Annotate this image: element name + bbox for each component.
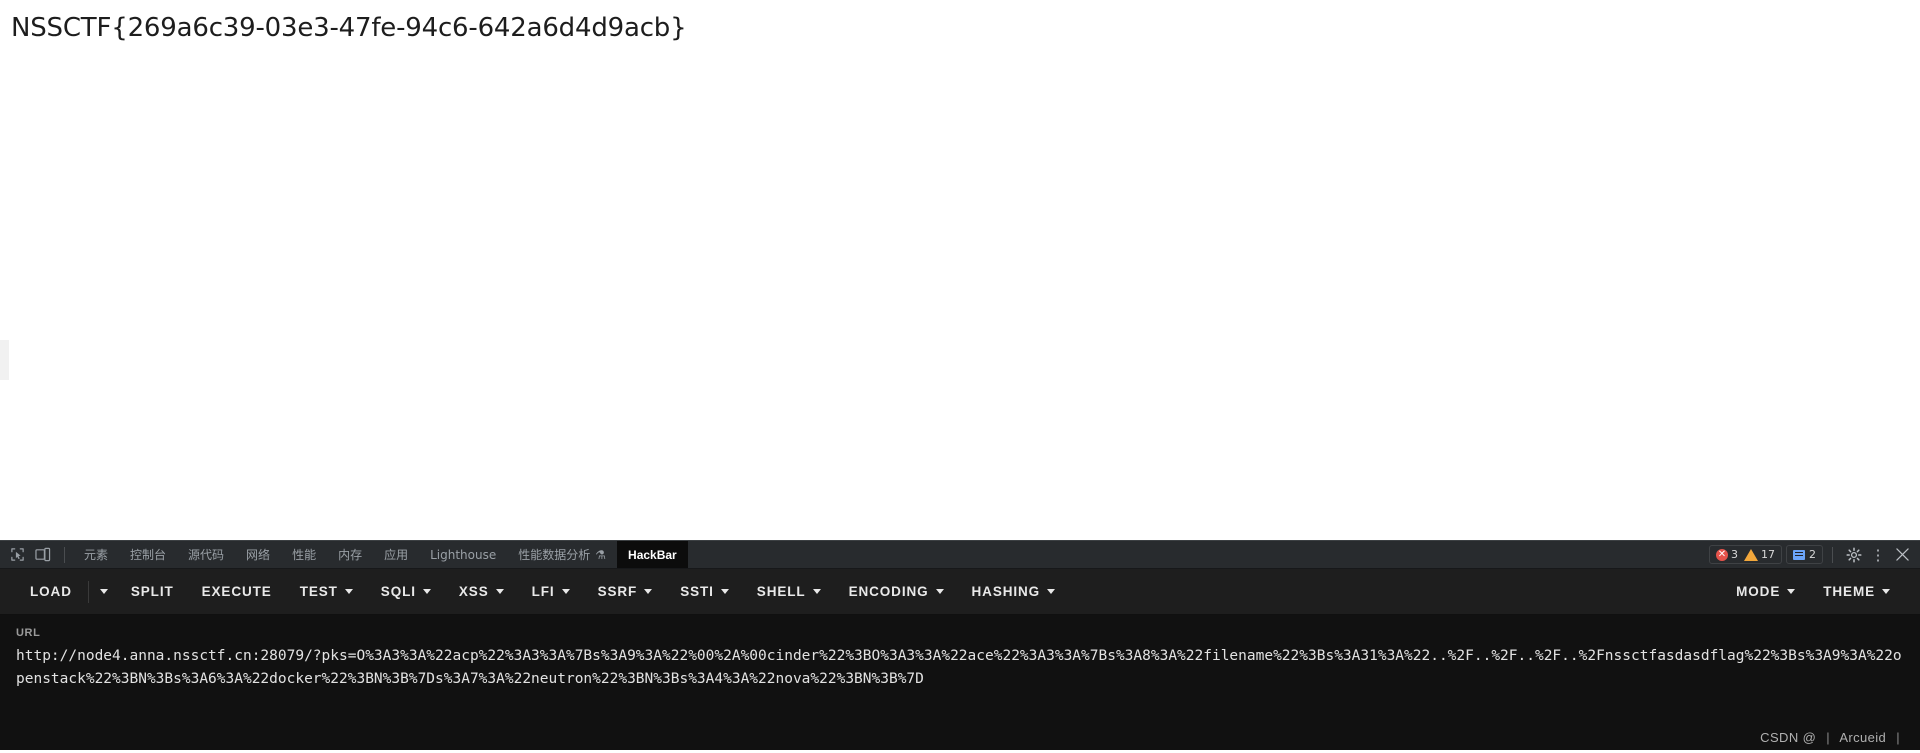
mode-menu-button[interactable]: MODE bbox=[1722, 578, 1809, 605]
devtools-tabbar-right: ✕ 3 17 2 ⋮ bbox=[1709, 541, 1920, 568]
theme-menu-label: THEME bbox=[1823, 584, 1875, 599]
ssrf-menu-button[interactable]: SSRF bbox=[584, 578, 667, 605]
xss-menu-label: XSS bbox=[458, 584, 489, 599]
encoding-menu-label: ENCODING bbox=[848, 584, 929, 599]
ssti-menu-button[interactable]: SSTI bbox=[666, 578, 743, 605]
execute-button[interactable]: EXECUTE bbox=[188, 578, 286, 605]
ssrf-menu-label: SSRF bbox=[597, 584, 638, 599]
tab-lighthouse[interactable]: Lighthouse bbox=[419, 541, 507, 568]
sqli-menu-button[interactable]: SQLI bbox=[367, 578, 445, 605]
xss-menu-button[interactable]: XSS bbox=[445, 578, 518, 605]
device-toolbar-icon[interactable] bbox=[30, 542, 56, 568]
hashing-menu-label: HASHING bbox=[971, 584, 1041, 599]
lfi-menu-label: LFI bbox=[531, 584, 555, 599]
tabbar-right-divider bbox=[1832, 546, 1833, 563]
inspect-element-icon[interactable] bbox=[4, 542, 30, 568]
devtools-panel: 元素 控制台 源代码 网络 性能 内存 应用 Lighthouse 性能数据分析… bbox=[0, 540, 1920, 753]
hashing-menu-button[interactable]: HASHING bbox=[958, 578, 1070, 605]
tab-performance-insights[interactable]: 性能数据分析 ⚗ bbox=[507, 541, 617, 568]
error-icon: ✕ bbox=[1716, 548, 1728, 561]
encoding-menu-button[interactable]: ENCODING bbox=[835, 578, 958, 605]
flask-icon: ⚗ bbox=[595, 547, 607, 562]
load-button[interactable]: LOAD bbox=[16, 578, 86, 605]
message-counter[interactable]: 2 bbox=[1786, 545, 1823, 564]
devtools-tab-list: 元素 控制台 源代码 网络 性能 内存 应用 Lighthouse 性能数据分析… bbox=[73, 541, 1709, 568]
error-count: 3 bbox=[1731, 548, 1738, 561]
execute-button-label: EXECUTE bbox=[201, 584, 272, 599]
devtools-tabbar-left bbox=[0, 541, 73, 568]
devtools-tabbar: 元素 控制台 源代码 网络 性能 内存 应用 Lighthouse 性能数据分析… bbox=[0, 541, 1920, 569]
hackbar-body: URL bbox=[0, 615, 1920, 753]
gear-icon[interactable] bbox=[1842, 543, 1866, 567]
url-label: URL bbox=[16, 627, 41, 639]
warning-icon bbox=[1744, 548, 1758, 561]
chevron-down-icon bbox=[344, 589, 353, 594]
more-options-icon[interactable]: ⋮ bbox=[1866, 543, 1890, 567]
tab-application[interactable]: 应用 bbox=[373, 541, 419, 568]
tab-performance-label: 性能 bbox=[292, 548, 317, 562]
shell-menu-button[interactable]: SHELL bbox=[743, 578, 835, 605]
hackbar-panel: LOAD SPLIT EXECUTE TEST SQLI XSS LFI SSR… bbox=[0, 569, 1920, 753]
tab-application-label: 应用 bbox=[384, 548, 409, 562]
tab-elements-label: 元素 bbox=[84, 548, 109, 562]
warning-count: 17 bbox=[1761, 548, 1775, 561]
split-button[interactable]: SPLIT bbox=[117, 578, 188, 605]
page-viewport: NSSCTF{269a6c39-03e3-47fe-94c6-642a6d4d9… bbox=[0, 0, 1920, 540]
chevron-down-icon bbox=[422, 589, 431, 594]
url-input[interactable] bbox=[16, 645, 1904, 714]
chevron-down-icon bbox=[561, 589, 570, 594]
tabbar-divider bbox=[64, 546, 65, 563]
tab-hackbar[interactable]: HackBar bbox=[617, 541, 688, 568]
tab-network[interactable]: 网络 bbox=[235, 541, 281, 568]
chevron-down-icon bbox=[1787, 589, 1796, 594]
message-count: 2 bbox=[1809, 548, 1816, 561]
chevron-down-icon bbox=[935, 589, 944, 594]
chevron-down-icon bbox=[720, 589, 729, 594]
tab-sources[interactable]: 源代码 bbox=[177, 541, 235, 568]
flag-text: NSSCTF{269a6c39-03e3-47fe-94c6-642a6d4d9… bbox=[11, 13, 687, 43]
chevron-down-icon bbox=[1882, 589, 1890, 594]
tab-memory[interactable]: 内存 bbox=[327, 541, 373, 568]
chevron-down-icon bbox=[644, 589, 653, 594]
close-icon[interactable] bbox=[1890, 543, 1914, 567]
error-counter[interactable]: ✕ 3 bbox=[1716, 548, 1738, 561]
load-dropdown-button[interactable] bbox=[91, 583, 117, 600]
tab-console-label: 控制台 bbox=[130, 548, 167, 562]
load-button-label: LOAD bbox=[30, 584, 72, 599]
tab-console[interactable]: 控制台 bbox=[119, 541, 177, 568]
tab-network-label: 网络 bbox=[246, 548, 271, 562]
tab-elements[interactable]: 元素 bbox=[73, 541, 119, 568]
shell-menu-label: SHELL bbox=[756, 584, 806, 599]
hackbar-toolbar: LOAD SPLIT EXECUTE TEST SQLI XSS LFI SSR… bbox=[0, 569, 1920, 615]
test-menu-button[interactable]: TEST bbox=[286, 578, 367, 605]
chevron-down-icon bbox=[99, 589, 108, 594]
split-button-label: SPLIT bbox=[130, 584, 174, 599]
chevron-down-icon bbox=[1047, 589, 1056, 594]
page-scroll-artifact bbox=[0, 340, 9, 380]
theme-menu-button[interactable]: THEME bbox=[1809, 578, 1904, 605]
lfi-menu-button[interactable]: LFI bbox=[518, 578, 584, 605]
tab-performance-insights-label: 性能数据分析 bbox=[518, 548, 591, 562]
chevron-down-icon bbox=[812, 589, 821, 594]
test-menu-label: TEST bbox=[299, 584, 338, 599]
tab-sources-label: 源代码 bbox=[188, 548, 225, 562]
browser-window: NSSCTF{269a6c39-03e3-47fe-94c6-642a6d4d9… bbox=[0, 0, 1920, 753]
mode-menu-label: MODE bbox=[1736, 584, 1781, 599]
tab-memory-label: 内存 bbox=[338, 548, 363, 562]
tab-hackbar-label: HackBar bbox=[628, 547, 677, 562]
issue-counters[interactable]: ✕ 3 17 bbox=[1709, 545, 1782, 564]
message-icon bbox=[1793, 549, 1805, 560]
sqli-menu-label: SQLI bbox=[380, 584, 416, 599]
ssti-menu-label: SSTI bbox=[680, 584, 714, 599]
chevron-down-icon bbox=[495, 589, 504, 594]
tab-lighthouse-label: Lighthouse bbox=[430, 547, 497, 562]
warning-counter[interactable]: 17 bbox=[1744, 548, 1775, 561]
load-split-divider bbox=[87, 580, 89, 603]
tab-performance[interactable]: 性能 bbox=[281, 541, 327, 568]
